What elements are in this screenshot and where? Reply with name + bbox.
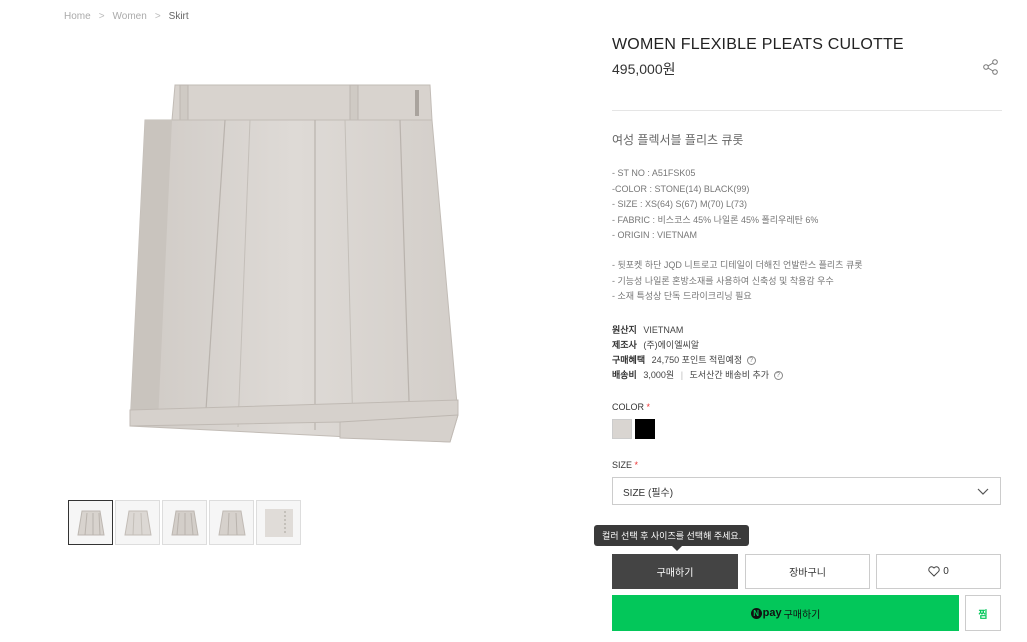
meta-origin: 원산지 VIETNAM	[612, 325, 684, 335]
color-swatch-stone[interactable]	[612, 419, 632, 439]
wishlist-count: 0	[943, 566, 949, 577]
thumbnail-strip	[68, 500, 301, 545]
thumbnail-4[interactable]	[209, 500, 254, 545]
breadcrumb-current: Skirt	[168, 11, 189, 22]
chevron-right-icon: >	[98, 11, 105, 22]
spec-item: - ST NO : A51FSK05	[612, 168, 696, 178]
thumbnail-3[interactable]	[162, 500, 207, 545]
npay-n-icon: N	[750, 607, 762, 619]
npay-buy-button[interactable]: N pay 구매하기	[612, 595, 959, 631]
size-select-value: SIZE (필수)	[623, 487, 674, 499]
zzim-button[interactable]: 찜	[965, 595, 1001, 631]
color-option-label: COLOR *	[612, 402, 651, 412]
description-item: - 기능성 나일론 혼방소재를 사용하여 신축성 및 착용감 우수	[612, 275, 834, 286]
spec-item: - SIZE : XS(64) S(67) M(70) L(73)	[612, 199, 748, 209]
spec-list: - ST NO : A51FSK05 -COLOR : STONE(14) BL…	[612, 166, 818, 244]
help-icon[interactable]: ?	[773, 371, 783, 381]
thumbnail-2[interactable]	[115, 500, 160, 545]
required-mark: *	[646, 402, 651, 412]
cart-button[interactable]: 장바구니	[745, 554, 870, 589]
thumbnail-1[interactable]	[68, 500, 113, 545]
product-price: 495,000원	[612, 61, 676, 77]
heart-icon	[928, 566, 940, 577]
help-icon[interactable]: ?	[746, 356, 756, 366]
color-swatches	[612, 419, 655, 439]
spec-item: -COLOR : STONE(14) BLACK(99)	[612, 183, 750, 194]
tooltip: 컬러 선택 후 사이즈를 선택해 주세요.	[594, 525, 750, 551]
product-main-image	[110, 70, 480, 460]
size-select[interactable]: SIZE (필수)	[612, 477, 1001, 505]
color-swatch-black[interactable]	[635, 419, 655, 439]
size-option-label: SIZE *	[612, 460, 639, 470]
divider	[612, 110, 1002, 111]
description-item: - 소재 특성상 단독 드라이크리닝 필요	[612, 291, 752, 301]
npay-label: 구매하기	[783, 609, 821, 621]
breadcrumb-home[interactable]: Home	[64, 11, 91, 22]
purchase-buttons: 구매하기 장바구니 0	[612, 554, 1001, 589]
share-icon[interactable]	[982, 58, 1002, 78]
required-mark: *	[634, 460, 639, 470]
spec-item: - ORIGIN : VIETNAM	[612, 230, 698, 240]
chevron-right-icon: >	[154, 11, 161, 22]
meta-maker: 제조사 (주)에이엘씨알	[612, 340, 700, 350]
buy-button[interactable]: 구매하기	[612, 554, 738, 589]
meta-benefit: 구매혜택 24,750 포인트 적립예정 ?	[612, 353, 783, 368]
spec-item: - FABRIC : 비스코스 45% 나일론 45% 폴리우레탄 6%	[612, 214, 819, 225]
description-list: - 뒷포켓 하단 JQD 니트로고 디테일이 더해진 언발란스 플리츠 큐롯 -…	[612, 258, 863, 305]
skirt-illustration	[129, 84, 459, 443]
npay-row: N pay 구매하기 찜	[612, 595, 1001, 631]
chevron-down-icon	[977, 488, 989, 495]
product-subtitle: 여성 플렉서블 플리츠 큐롯	[612, 133, 744, 147]
product-title: WOMEN FLEXIBLE PLEATS CULOTTE	[612, 36, 904, 53]
description-item: - 뒷포켓 하단 JQD 니트로고 디테일이 더해진 언발란스 플리츠 큐롯	[612, 260, 863, 270]
breadcrumb: Home > Women > Skirt	[64, 11, 189, 22]
product-meta: 원산지 VIETNAM 제조사 (주)에이엘씨알 구매혜택 24,750 포인트…	[612, 323, 783, 383]
wishlist-button[interactable]: 0	[876, 554, 1001, 589]
breadcrumb-women[interactable]: Women	[113, 11, 147, 22]
npay-logo: N pay	[750, 607, 782, 619]
meta-shipping: 배송비 3,000원 | 도서산간 배송비 추가 ?	[612, 368, 783, 383]
thumbnail-5[interactable]	[256, 500, 301, 545]
separator: |	[680, 370, 684, 380]
